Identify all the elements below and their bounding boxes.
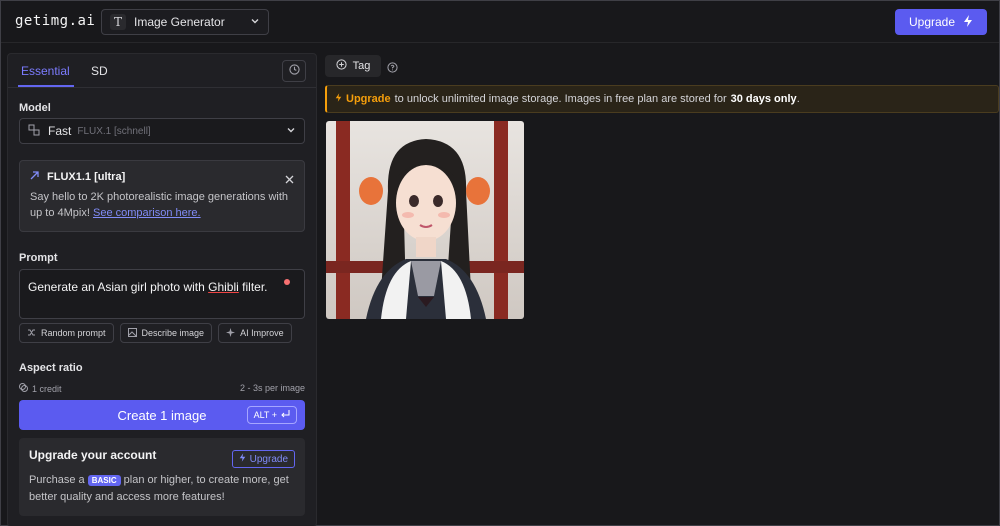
enter-key-icon (281, 410, 290, 420)
ai-improve-button[interactable]: AI Improve (218, 323, 292, 343)
random-prompt-button[interactable]: Random prompt (19, 323, 114, 343)
generation-time: 2 - 3s per image (239, 383, 305, 393)
prompt-text: Generate an Asian girl photo with (28, 280, 209, 294)
upgrade-button[interactable]: Upgrade (895, 9, 987, 35)
help-circle-icon[interactable] (387, 60, 398, 78)
plus-circle-icon (336, 59, 347, 73)
promo-title: FLUX1.1 [ultra] (47, 171, 126, 183)
close-icon[interactable] (285, 171, 294, 189)
describe-image-button[interactable]: Describe image (119, 323, 213, 343)
upgrade-card-button[interactable]: Upgrade (231, 450, 295, 468)
basic-plan-badge: BASIC (87, 475, 121, 486)
random-prompt-label: Random prompt (41, 328, 106, 338)
help-button[interactable] (282, 60, 306, 82)
lightning-icon (963, 14, 973, 30)
storage-warning-banner: Upgrade to unlock unlimited image storag… (325, 85, 999, 113)
banner-upgrade-link[interactable]: Upgrade (346, 93, 391, 105)
aspect-ratio-label: Aspect ratio (19, 362, 83, 374)
model-name: Fast (48, 124, 72, 138)
model-select[interactable]: Fast FLUX.1 [schnell] (19, 118, 305, 144)
shortcut-text: ALT + (253, 410, 277, 420)
prompt-tools: Random prompt Describe image AI Improve (19, 323, 292, 343)
tab-essential[interactable]: Essential (21, 64, 70, 78)
text-T-icon: T (110, 14, 126, 30)
mode-select-label: Image Generator (134, 15, 225, 29)
prompt-label: Prompt (19, 252, 58, 264)
model-icon (28, 124, 40, 139)
chevron-down-icon (250, 15, 260, 29)
ai-improve-label: AI Improve (240, 328, 284, 338)
comparison-link[interactable]: See comparison here. (93, 207, 201, 219)
prompt-text-end: filter. (238, 280, 268, 294)
settings-panel: Essential SD Model Fast FLUX.1 [schnell]… (7, 53, 317, 526)
arrow-up-right-icon (30, 171, 39, 183)
model-label: Model (19, 102, 51, 114)
chevron-down-icon (286, 124, 296, 138)
banner-text: to unlock unlimited image storage. Image… (394, 93, 727, 105)
prompt-text-misspelled: Ghibli (208, 280, 239, 294)
top-bar: getimg.ai T Image Generator Upgrade (1, 1, 999, 43)
upgrade-card-button-label: Upgrade (249, 453, 288, 465)
banner-end: . (796, 93, 800, 105)
shortcut-badge: ALT + (246, 406, 297, 424)
shuffle-icon (27, 328, 36, 339)
lightning-icon (335, 93, 342, 105)
create-button-label: Create 1 image (117, 407, 207, 423)
prompt-input[interactable]: Generate an Asian girl photo with Ghibli… (19, 269, 305, 319)
tag-button-label: Tag (352, 60, 371, 72)
grammar-indicator (284, 279, 290, 285)
model-detail: FLUX.1 [schnell] (77, 125, 151, 137)
credit-row: 1 credit 2 - 3s per image (19, 383, 305, 394)
upgrade-account-card: Upgrade your account Upgrade Purchase a … (19, 438, 305, 516)
tag-button[interactable]: Tag (325, 55, 381, 77)
upgrade-text-start: Purchase a (29, 474, 85, 486)
banner-duration: 30 days only (730, 93, 797, 105)
upgrade-button-label: Upgrade (908, 15, 956, 29)
clock-icon (288, 62, 300, 80)
lightning-icon (239, 453, 246, 465)
promo-card: FLUX1.1 [ultra] Say hello to 2K photorea… (19, 160, 305, 232)
active-tab-indicator (18, 85, 74, 87)
app-logo[interactable]: getimg.ai (15, 13, 95, 29)
image-icon (127, 327, 137, 339)
describe-image-label: Describe image (141, 328, 205, 338)
credit-cost: 1 credit (32, 383, 62, 394)
tabs: Essential SD (8, 54, 316, 88)
coins-icon (19, 383, 28, 394)
tab-sd[interactable]: SD (91, 64, 108, 78)
sparkle-icon (226, 327, 236, 339)
create-image-button[interactable]: Create 1 image ALT + (19, 400, 305, 430)
generated-image[interactable] (326, 121, 524, 319)
mode-select[interactable]: T Image Generator (101, 9, 269, 35)
